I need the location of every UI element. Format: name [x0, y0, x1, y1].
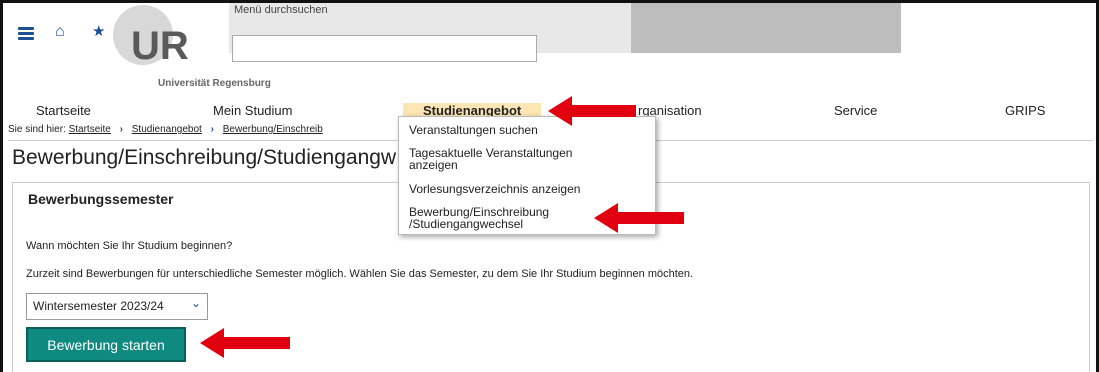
- chevron-right-icon: ›: [210, 124, 214, 135]
- semester-select-value: Wintersemester 2023/24: [33, 299, 164, 313]
- arrow-annotation-dropdown: [594, 203, 684, 233]
- page-title: Bewerbung/Einschreibung/Studiengangw: [12, 146, 397, 169]
- dropdown-item-veranstaltungen-suchen[interactable]: Veranstaltungen suchen: [409, 124, 538, 136]
- arrow-annotation-nav: [548, 96, 636, 126]
- nav-grips[interactable]: GRIPS: [1005, 103, 1045, 118]
- semester-select[interactable]: Wintersemester 2023/24 ⌄: [26, 293, 208, 320]
- section-title: Bewerbungssemester: [28, 191, 174, 207]
- university-logo: UR: [113, 5, 189, 68]
- info-text: Zurzeit sind Bewerbungen für unterschied…: [26, 268, 694, 280]
- nav-service[interactable]: Service: [834, 103, 877, 118]
- start-application-button[interactable]: Bewerbung starten: [26, 327, 186, 362]
- frame-left-border: [0, 0, 3, 372]
- breadcrumb-prefix: Sie sind hier:: [8, 124, 66, 135]
- nav-startseite[interactable]: Startseite: [36, 103, 91, 118]
- search-input[interactable]: [232, 35, 537, 62]
- breadcrumb-startseite[interactable]: Startseite: [69, 124, 111, 135]
- arrow-annotation-button: [200, 328, 290, 358]
- chevron-down-icon: ⌄: [190, 296, 201, 310]
- menu-icon[interactable]: [18, 27, 34, 41]
- dropdown-item-tagesaktuelle[interactable]: Tagesaktuelle Veranstaltungen anzeigen: [409, 147, 609, 171]
- dropdown-item-vorlesungsverzeichnis[interactable]: Vorlesungsverzeichnis anzeigen: [409, 183, 580, 195]
- search-label: Menü durchsuchen: [234, 4, 328, 16]
- chevron-right-icon: ›: [119, 124, 123, 135]
- svg-text:UR: UR: [131, 24, 189, 68]
- logo-caption: Universität Regensburg: [158, 78, 271, 89]
- home-icon[interactable]: ⌂: [55, 22, 65, 42]
- header-bar: [631, 3, 901, 53]
- breadcrumb-bewerbung[interactable]: Bewerbung/Einschreib: [223, 124, 323, 135]
- dropdown-item-bewerbung[interactable]: Bewerbung/Einschreibung /Studiengangwech…: [409, 206, 589, 230]
- breadcrumb-studienangebot[interactable]: Studienangebot: [132, 124, 202, 135]
- question-text: Wann möchten Sie Ihr Studium beginnen?: [26, 240, 233, 252]
- nav-mein-studium[interactable]: Mein Studium: [213, 103, 292, 118]
